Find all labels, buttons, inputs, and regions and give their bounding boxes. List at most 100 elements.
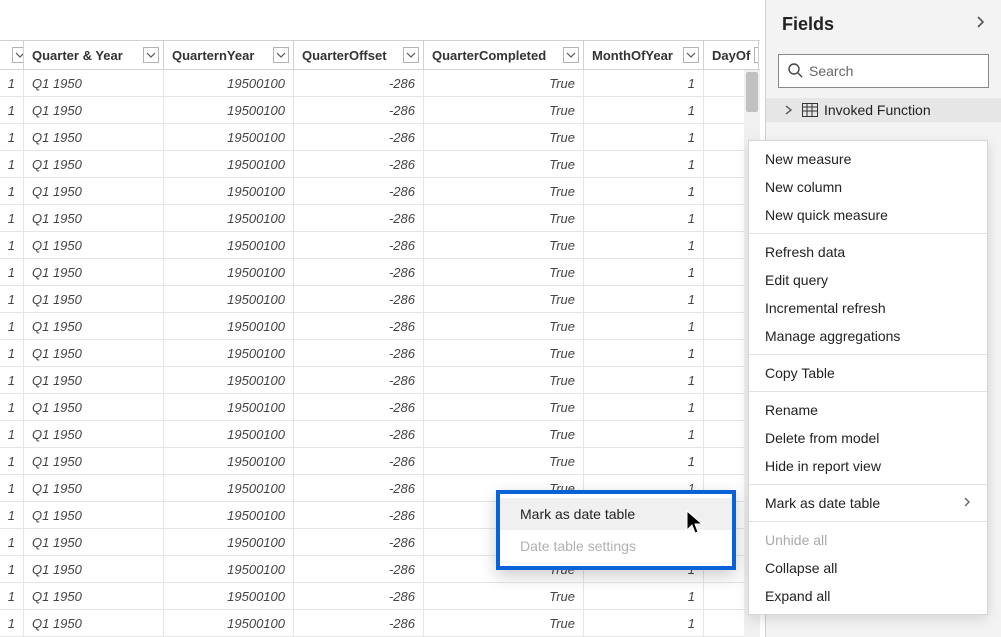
table-cell[interactable]: 1 bbox=[0, 448, 24, 474]
table-row[interactable]: 1Q1 195019500100-286True1 bbox=[0, 205, 760, 232]
table-cell[interactable]: 1 bbox=[0, 124, 24, 150]
context-menu[interactable]: New measureNew columnNew quick measureRe… bbox=[748, 140, 988, 615]
menu-item[interactable]: Delete from model bbox=[749, 424, 987, 452]
mark-as-date-table-submenu[interactable]: Mark as date tableDate table settings bbox=[496, 490, 736, 570]
table-cell[interactable]: 19500100 bbox=[164, 583, 294, 609]
table-cell[interactable]: 1 bbox=[0, 475, 24, 501]
column-filter-dropdown-icon[interactable] bbox=[273, 47, 289, 63]
table-cell[interactable]: 19500100 bbox=[164, 529, 294, 555]
table-cell[interactable]: True bbox=[424, 178, 584, 204]
table-cell[interactable]: Q1 1950 bbox=[24, 475, 164, 501]
table-cell[interactable]: 1 bbox=[0, 286, 24, 312]
table-cell[interactable]: -286 bbox=[294, 124, 424, 150]
table-cell[interactable]: 19500100 bbox=[164, 556, 294, 582]
table-cell[interactable]: 1 bbox=[584, 448, 704, 474]
table-cell[interactable]: True bbox=[424, 97, 584, 123]
table-cell[interactable]: 19500100 bbox=[164, 70, 294, 96]
table-cell[interactable]: 1 bbox=[0, 529, 24, 555]
table-cell[interactable]: Q1 1950 bbox=[24, 178, 164, 204]
table-cell[interactable]: 19500100 bbox=[164, 610, 294, 636]
column-filter-dropdown-icon[interactable] bbox=[683, 47, 699, 63]
table-cell[interactable]: 1 bbox=[0, 556, 24, 582]
table-cell[interactable]: True bbox=[424, 421, 584, 447]
menu-item[interactable]: Copy Table bbox=[749, 359, 987, 387]
table-cell[interactable]: 19500100 bbox=[164, 340, 294, 366]
table-cell[interactable]: Q1 1950 bbox=[24, 529, 164, 555]
table-cell[interactable]: 19500100 bbox=[164, 178, 294, 204]
table-cell[interactable]: True bbox=[424, 205, 584, 231]
table-row[interactable]: 1Q1 195019500100-286True1 bbox=[0, 259, 760, 286]
table-cell[interactable]: 1 bbox=[0, 340, 24, 366]
table-cell[interactable]: -286 bbox=[294, 232, 424, 258]
table-cell[interactable]: 1 bbox=[584, 124, 704, 150]
table-cell[interactable]: 1 bbox=[0, 394, 24, 420]
table-cell[interactable]: -286 bbox=[294, 151, 424, 177]
column-filter-dropdown-icon[interactable] bbox=[12, 47, 24, 63]
table-cell[interactable]: 19500100 bbox=[164, 97, 294, 123]
table-cell[interactable]: 1 bbox=[0, 97, 24, 123]
table-cell[interactable]: True bbox=[424, 313, 584, 339]
table-cell[interactable]: Q1 1950 bbox=[24, 232, 164, 258]
table-cell[interactable]: Q1 1950 bbox=[24, 421, 164, 447]
table-cell[interactable]: Q1 1950 bbox=[24, 70, 164, 96]
table-cell[interactable]: -286 bbox=[294, 394, 424, 420]
field-table-item[interactable]: Invoked Function bbox=[766, 98, 1001, 122]
table-cell[interactable]: 1 bbox=[584, 232, 704, 258]
table-cell[interactable]: Q1 1950 bbox=[24, 610, 164, 636]
table-cell[interactable]: Q1 1950 bbox=[24, 286, 164, 312]
table-cell[interactable]: 19500100 bbox=[164, 475, 294, 501]
table-cell[interactable]: 19500100 bbox=[164, 259, 294, 285]
table-cell[interactable]: 1 bbox=[584, 70, 704, 96]
table-cell[interactable]: 1 bbox=[0, 178, 24, 204]
table-cell[interactable]: 1 bbox=[584, 340, 704, 366]
table-row[interactable]: 1Q1 195019500100-286True1 bbox=[0, 178, 760, 205]
collapse-panel-icon[interactable] bbox=[975, 15, 985, 34]
table-row[interactable]: 1Q1 195019500100-286True1 bbox=[0, 124, 760, 151]
table-cell[interactable]: Q1 1950 bbox=[24, 151, 164, 177]
table-cell[interactable]: True bbox=[424, 394, 584, 420]
table-cell[interactable]: True bbox=[424, 583, 584, 609]
table-cell[interactable]: -286 bbox=[294, 367, 424, 393]
table-cell[interactable]: 1 bbox=[584, 367, 704, 393]
table-cell[interactable]: 1 bbox=[584, 394, 704, 420]
column-header[interactable]: QuarterCompleted bbox=[424, 41, 584, 69]
table-row[interactable]: 1Q1 195019500100-286True1 bbox=[0, 448, 760, 475]
table-cell[interactable]: 1 bbox=[0, 232, 24, 258]
menu-item[interactable]: Expand all bbox=[749, 582, 987, 610]
table-cell[interactable]: Q1 1950 bbox=[24, 259, 164, 285]
menu-item[interactable]: Incremental refresh bbox=[749, 294, 987, 322]
table-cell[interactable]: 1 bbox=[0, 313, 24, 339]
column-header[interactable]: QuarterOffset bbox=[294, 41, 424, 69]
menu-item[interactable]: Hide in report view bbox=[749, 452, 987, 480]
table-cell[interactable]: -286 bbox=[294, 259, 424, 285]
table-cell[interactable]: Q1 1950 bbox=[24, 502, 164, 528]
table-cell[interactable]: Q1 1950 bbox=[24, 394, 164, 420]
table-row[interactable]: 1Q1 195019500100-286True1 bbox=[0, 313, 760, 340]
table-cell[interactable]: -286 bbox=[294, 529, 424, 555]
table-row[interactable]: 1Q1 195019500100-286True1 bbox=[0, 151, 760, 178]
table-cell[interactable]: -286 bbox=[294, 475, 424, 501]
table-cell[interactable]: 1 bbox=[0, 205, 24, 231]
menu-item[interactable]: New quick measure bbox=[749, 201, 987, 229]
table-row[interactable]: 1Q1 195019500100-286True1 bbox=[0, 286, 760, 313]
menu-item[interactable]: Manage aggregations bbox=[749, 322, 987, 350]
table-cell[interactable]: 1 bbox=[584, 421, 704, 447]
table-cell[interactable]: 1 bbox=[584, 151, 704, 177]
table-cell[interactable]: True bbox=[424, 367, 584, 393]
table-cell[interactable]: True bbox=[424, 124, 584, 150]
table-cell[interactable]: 19500100 bbox=[164, 313, 294, 339]
column-header[interactable]: Quarter & Year bbox=[24, 41, 164, 69]
table-cell[interactable]: 19500100 bbox=[164, 502, 294, 528]
table-cell[interactable]: -286 bbox=[294, 286, 424, 312]
table-row[interactable]: 1Q1 195019500100-286True1 bbox=[0, 232, 760, 259]
column-header[interactable]: DayOf bbox=[704, 41, 759, 69]
table-cell[interactable]: 1 bbox=[0, 421, 24, 447]
table-cell[interactable]: 1 bbox=[0, 610, 24, 636]
column-filter-dropdown-icon[interactable] bbox=[143, 47, 159, 63]
table-row[interactable]: 1Q1 195019500100-286True1 bbox=[0, 340, 760, 367]
table-cell[interactable]: -286 bbox=[294, 556, 424, 582]
table-cell[interactable]: True bbox=[424, 610, 584, 636]
table-row[interactable]: 1Q1 195019500100-286True1 bbox=[0, 394, 760, 421]
table-cell[interactable]: Q1 1950 bbox=[24, 124, 164, 150]
table-cell[interactable]: True bbox=[424, 340, 584, 366]
